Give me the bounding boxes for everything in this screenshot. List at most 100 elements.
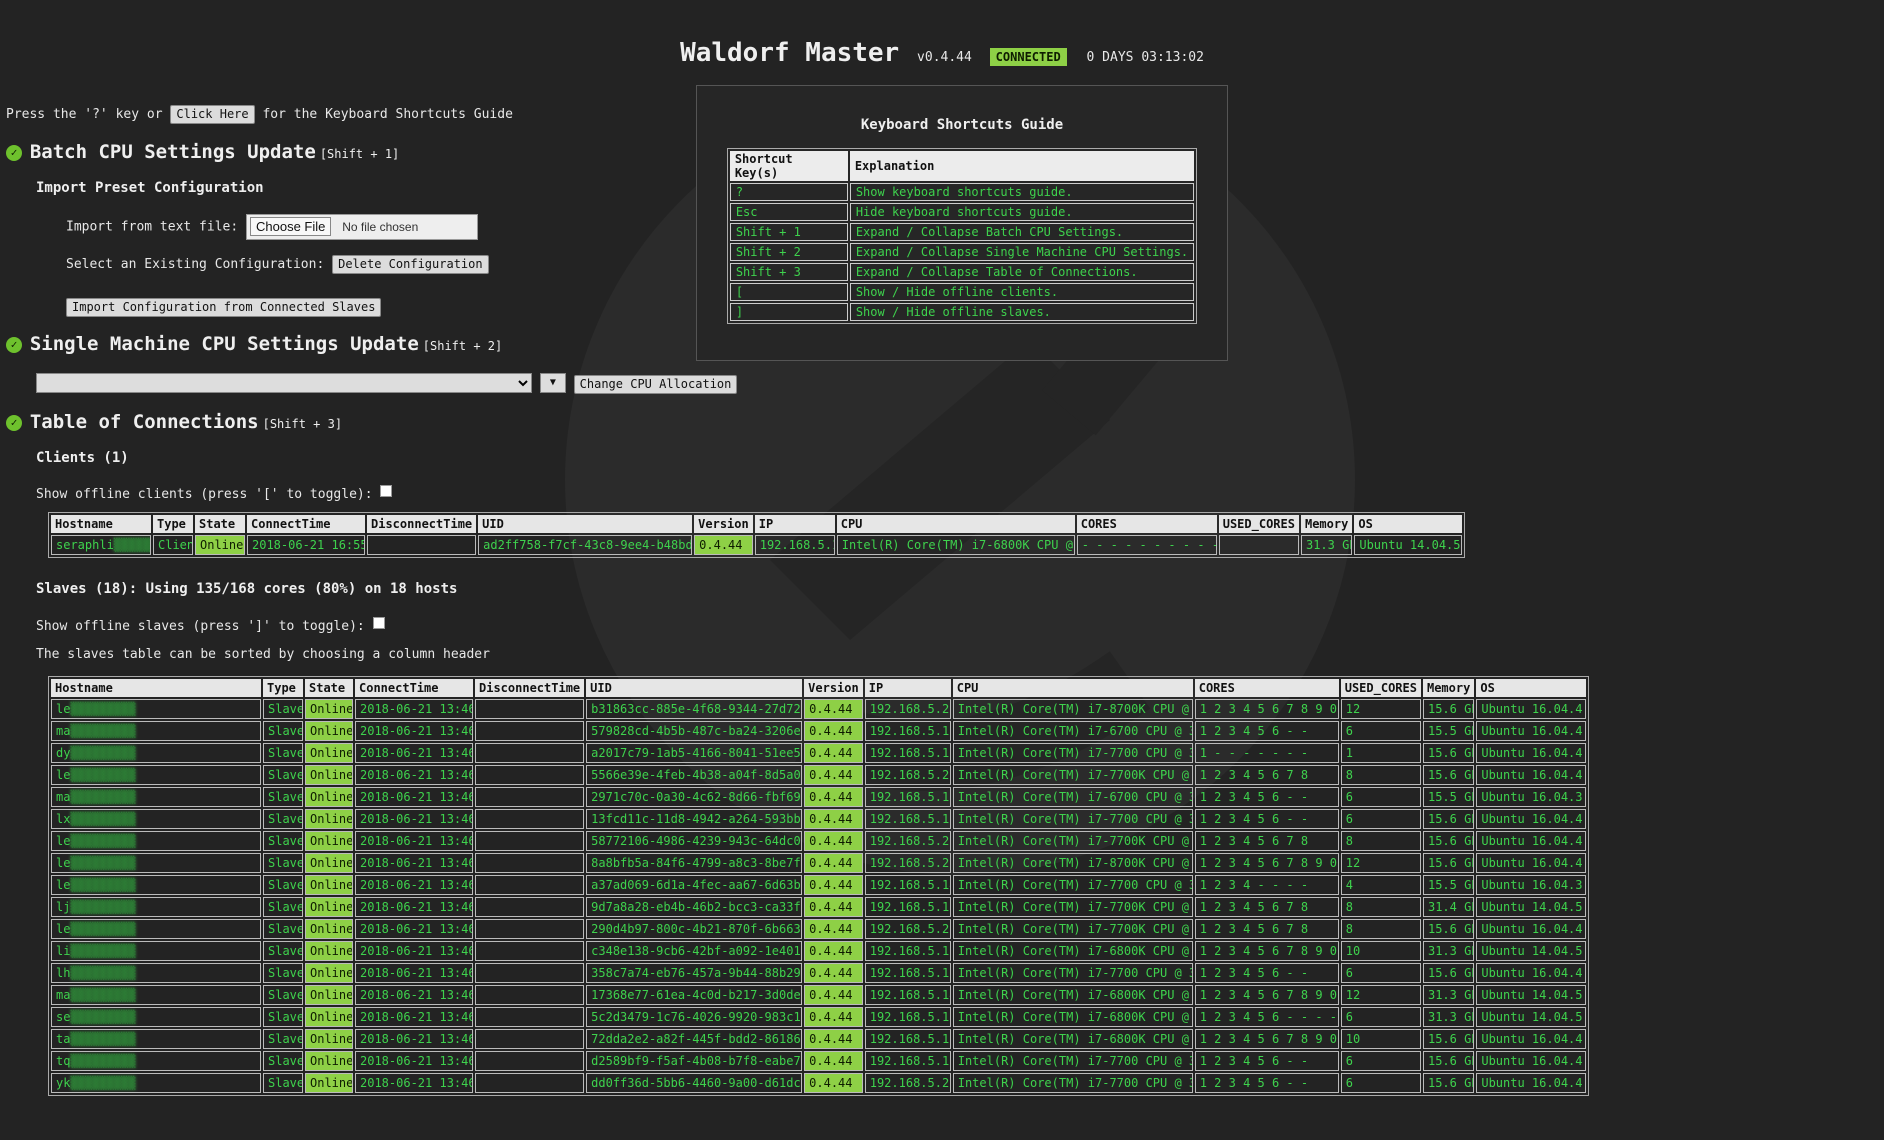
cell-3: 2018-06-21 13:46:28 — [355, 1051, 473, 1071]
cell-7: 192.168.5.201 — [864, 831, 951, 851]
column-header-uid[interactable]: UID — [586, 679, 803, 697]
column-header-disconnecttime[interactable]: DisconnectTime — [475, 679, 585, 697]
cell-11: 15.6 GB — [1422, 765, 1475, 785]
column-header-used-cores[interactable]: USED_CORES — [1340, 679, 1421, 697]
cell-1: Slave — [263, 1007, 303, 1027]
cell-4 — [475, 1007, 585, 1027]
shortcuts-guide-button[interactable]: Click Here — [170, 105, 255, 124]
cell-2: Online — [305, 897, 353, 917]
column-header-cores: CORES — [1076, 515, 1217, 533]
cell-5: ad2ff758-f7cf-43c8-9ee4-b48bdefce91f — [478, 535, 693, 555]
cell-0: se▒▒▒▒▒▒▒▒▒ — [51, 1007, 261, 1027]
file-input[interactable]: Choose File No file chosen — [246, 214, 479, 240]
cell-10: 12 — [1340, 985, 1421, 1005]
connections-section-header[interactable]: ✓ Table of Connections [Shift + 3] — [6, 411, 342, 433]
cell-7: 192.168.5.203 — [864, 765, 951, 785]
cell-12: Ubuntu 16.04.4 LTS — [1476, 919, 1587, 939]
cell-8: Intel(R) Core(TM) i7-7700K CPU @ 4.20GHz — [952, 897, 1193, 917]
cell-10: 10 — [1340, 1029, 1421, 1049]
column-header-used-cores: USED_CORES — [1218, 515, 1299, 533]
cell-3: 2018-06-21 13:46:28 — [355, 941, 473, 961]
cell-12: Ubuntu 16.04.4 LTS — [1476, 809, 1587, 829]
column-header-cores[interactable]: CORES — [1194, 679, 1339, 697]
cell-4 — [475, 721, 585, 741]
cell-3: 2018-06-21 13:46:28 — [355, 963, 473, 983]
cell-2: Online — [305, 1007, 353, 1027]
column-header-type[interactable]: Type — [263, 679, 303, 697]
cell-1: Slave — [263, 743, 303, 763]
column-header-connecttime[interactable]: ConnectTime — [355, 679, 473, 697]
table-row: ma▒▒▒▒▒▒▒▒▒SlaveOnline2018-06-21 13:46:2… — [51, 985, 1587, 1005]
cell-10: 6 — [1340, 721, 1421, 741]
column-header-os[interactable]: OS — [1476, 679, 1587, 697]
batch-section-title: Batch CPU Settings Update [Shift + 1] — [29, 141, 400, 163]
column-header-version[interactable]: Version — [804, 679, 863, 697]
cell-10: 4 — [1340, 875, 1421, 895]
cell-8: Intel(R) Core(TM) i7-7700 CPU @ 3.60GHz — [952, 743, 1193, 763]
app-version: v0.4.44 — [917, 50, 972, 65]
cell-3: 2018-06-21 16:55:29 — [247, 535, 365, 555]
show-offline-clients-checkbox[interactable] — [380, 485, 393, 497]
cell-8: Intel(R) Core(TM) i7-6700 CPU @ 3.40GHz — [952, 721, 1193, 741]
cell-11: 15.6 GB — [1422, 919, 1475, 939]
shortcut-row: ? Show keyboard shortcuts guide. — [729, 183, 1195, 201]
cell-7: 192.168.5.140 — [864, 985, 951, 1005]
table-row: dy▒▒▒▒▒▒▒▒▒SlaveOnline2018-06-21 13:46:2… — [51, 743, 1587, 763]
cell-1: Client — [153, 535, 193, 555]
cell-4 — [475, 941, 585, 961]
cell-9: 1 2 3 4 5 6 - - — [1194, 963, 1339, 983]
change-cpu-allocation-button[interactable]: Change CPU Allocation — [573, 374, 738, 394]
shortcut-explanation: Show keyboard shortcuts guide. — [849, 183, 1195, 201]
cell-5: 8a8bfb5a-84f6-4799-a8c3-8be7fb99e38e — [586, 853, 803, 873]
batch-section-header[interactable]: ✓ Batch CPU Settings Update [Shift + 1] — [6, 141, 399, 163]
cell-9: 1 2 3 4 5 6 7 8 — [1194, 831, 1339, 851]
slaves-table: Hostname Type State ConnectTime DisconnectTi… — [48, 676, 1590, 1096]
delete-configuration-button[interactable]: Delete Configuration — [332, 255, 489, 274]
machine-select[interactable] — [36, 373, 532, 393]
show-offline-slaves-row: Show offline slaves (press ']' to toggle… — [36, 617, 385, 634]
cell-8: Intel(R) Core(TM) i7-7700K CPU @ 4.20GHz — [952, 831, 1193, 851]
cell-11: 31.3 GB — [1422, 941, 1475, 961]
import-from-slaves-button[interactable]: Import Configuration from Connected Slav… — [66, 298, 382, 317]
choose-file-button[interactable]: Choose File — [250, 217, 332, 236]
cell-12: Ubuntu 14.04.5 LTS — [1476, 941, 1587, 961]
column-header-cpu[interactable]: CPU — [952, 679, 1193, 697]
cell-9: - - - - - - - - - - - - — [1076, 535, 1217, 555]
cell-7: 192.168.5.146 — [864, 875, 951, 895]
column-header-memory[interactable]: Memory — [1422, 679, 1475, 697]
cell-8: Intel(R) Core(TM) i7-6800K CPU @ 3.40GHz — [952, 941, 1193, 961]
cell-9: 1 2 3 4 5 6 7 8 9 0 - - — [1194, 941, 1339, 961]
column-header-connecttime: ConnectTime — [247, 515, 365, 533]
shortcuts-table: Shortcut Key(s) Explanation ? Show keyboar… — [726, 148, 1198, 324]
redacted-hostname-suffix: ▒▒▒▒▒▒▒▒▒ — [70, 746, 136, 760]
cell-11: 15.6 GB — [1422, 809, 1475, 829]
column-header-ip[interactable]: IP — [864, 679, 951, 697]
table-row: tq▒▒▒▒▒▒▒▒▒SlaveOnline2018-06-21 13:46:2… — [51, 1051, 1587, 1071]
import-file-label: Import from text file: — [66, 219, 239, 235]
cell-12: Ubuntu 16.04.4 LTS — [1476, 1051, 1587, 1071]
column-header-state[interactable]: State — [305, 679, 353, 697]
column-header-uid: UID — [478, 515, 693, 533]
cell-4 — [475, 875, 585, 895]
cell-1: Slave — [263, 699, 303, 719]
shortcut-row: Shift + 3 Expand / Collapse Table of Conn… — [729, 263, 1195, 281]
cell-7: 192.168.5.131 — [864, 787, 951, 807]
table-row: ta▒▒▒▒▒▒▒▒▒SlaveOnline2018-06-21 13:46:2… — [51, 1029, 1587, 1049]
single-section-header[interactable]: ✓ Single Machine CPU Settings Update [Shi… — [6, 333, 502, 355]
shortcut-key: Shift + 1 — [729, 223, 848, 241]
cell-1: Slave — [263, 853, 303, 873]
cell-11: 15.6 GB — [1422, 1029, 1475, 1049]
core-count-select[interactable]: ▼ — [539, 373, 566, 393]
shortcut-row: [Show / Hide offline clients. — [729, 283, 1195, 301]
shortcut-explanation: Show / Hide offline slaves. — [849, 303, 1195, 321]
single-section-title: Single Machine CPU Settings Update [Shift… — [29, 333, 503, 355]
cell-9: 1 2 3 4 5 6 - - — [1194, 721, 1339, 741]
column-header-hostname[interactable]: Hostname — [51, 679, 261, 697]
cell-5: dd0ff36d-5bb6-4460-9a00-d61dc354d348 — [586, 1073, 803, 1093]
show-offline-slaves-checkbox[interactable] — [372, 617, 385, 629]
cell-11: 15.6 GB — [1422, 853, 1475, 873]
cell-12: Ubuntu 16.04.4 LTS — [1476, 765, 1587, 785]
cell-10: 12 — [1340, 699, 1421, 719]
cell-8: Intel(R) Core(TM) i7-6800K CPU @ 3.40GHz — [952, 1007, 1193, 1027]
import-preset-heading: Import Preset Configuration — [36, 180, 264, 196]
